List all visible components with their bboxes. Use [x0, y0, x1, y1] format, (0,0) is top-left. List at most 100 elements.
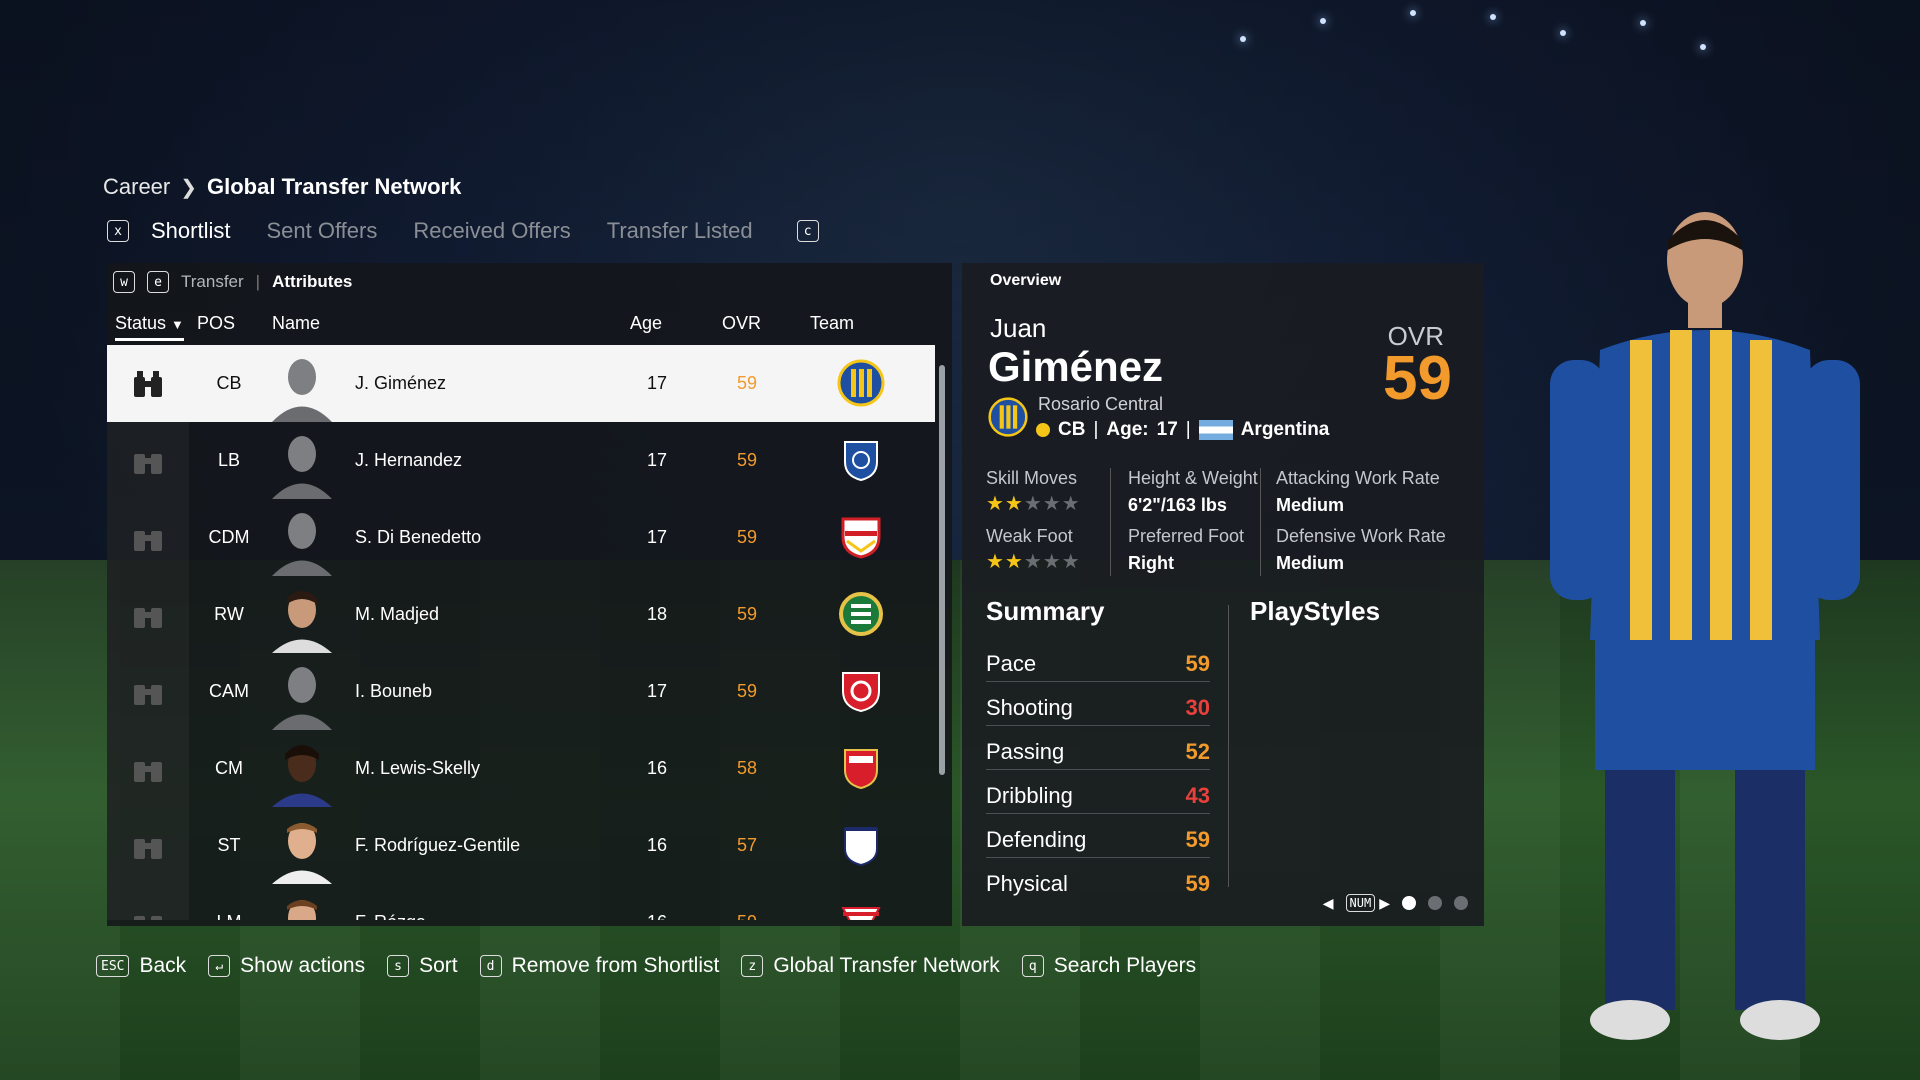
tab-shortlist[interactable]: Shortlist — [151, 218, 230, 244]
stat-passing: Passing 52 — [986, 733, 1210, 770]
preferred-foot-value: Right — [1128, 553, 1174, 573]
back-button[interactable]: ESC Back — [96, 954, 186, 978]
enter-key-icon: ↵ — [208, 955, 231, 977]
page-dot[interactable] — [1402, 896, 1416, 910]
stat-value: 52 — [1185, 739, 1210, 764]
weak-foot: Weak Foot ★★★★★ — [986, 526, 1081, 574]
tab-transfer-listed[interactable]: Transfer Listed — [607, 218, 753, 244]
argentina-flag-icon — [1198, 420, 1233, 440]
player-silhouette-icon — [267, 507, 337, 576]
divider — [1260, 468, 1261, 576]
s-key-icon: s — [387, 955, 410, 977]
row-name: J. Hernandez — [355, 450, 463, 470]
page-dot[interactable] — [1428, 896, 1442, 910]
row-ovr: 59 — [736, 450, 758, 470]
binoculars-icon — [107, 807, 189, 884]
back-label: Back — [139, 954, 187, 977]
table-row[interactable]: RW M. Madjed 18 59 — [107, 576, 935, 653]
hammarby-crest-icon — [837, 590, 885, 638]
subtab-attributes[interactable]: Attributes — [272, 272, 352, 292]
stat-physical: Physical 59 — [986, 865, 1210, 901]
chevron-right-icon: ❯ — [180, 176, 198, 199]
column-name[interactable]: Name — [272, 313, 320, 334]
q-key-icon: q — [1021, 955, 1044, 977]
row-ovr: 59 — [736, 604, 758, 624]
show-actions-button[interactable]: ↵ Show actions — [208, 954, 365, 978]
chevron-right-icon[interactable]: ▶ — [1379, 895, 1390, 912]
player-model — [1520, 200, 1890, 1060]
list-scrollbar[interactable] — [939, 365, 945, 775]
player-last-name: Giménez — [988, 343, 1164, 390]
subtab-transfer[interactable]: Transfer — [181, 272, 244, 292]
row-ovr: 59 — [736, 373, 758, 393]
tab-sent-offers[interactable]: Sent Offers — [266, 218, 377, 244]
arsenal-crest-icon — [837, 744, 885, 792]
overview-title: Overview — [990, 272, 1062, 289]
binoculars-icon — [107, 422, 189, 499]
subtab-separator: | — [255, 272, 261, 291]
sort-button[interactable]: s Sort — [387, 954, 458, 978]
tab-right-key-icon[interactable]: c — [796, 220, 819, 242]
binoculars-icon — [107, 345, 189, 422]
breadcrumb: Career ❯ Global Transfer Network — [103, 174, 461, 200]
table-row[interactable]: CDM S. Di Benedetto 17 59 — [107, 499, 935, 576]
show-actions-label: Show actions — [240, 954, 366, 977]
rosario-central-crest-icon — [988, 397, 1028, 437]
table-row[interactable]: ST F. Rodríguez-Gentile 16 57 — [107, 807, 935, 884]
stat-label: Defending — [986, 827, 1087, 852]
row-name: J. Giménez — [355, 373, 447, 393]
caret-down-icon: ▼ — [171, 317, 184, 332]
row-name: F. Rodríguez-Gentile — [355, 835, 521, 855]
search-players-button[interactable]: q Search Players — [1021, 954, 1196, 978]
column-ovr[interactable]: OVR — [722, 313, 761, 334]
column-age[interactable]: Age — [630, 313, 662, 334]
stat-value: 59 — [1185, 651, 1210, 676]
cracovia-crest-icon — [837, 898, 885, 920]
summary-title: Summary — [986, 596, 1105, 626]
chevron-left-icon[interactable]: ◀ — [1323, 895, 1334, 912]
gtn-label: Global Transfer Network — [773, 954, 1000, 977]
column-status[interactable]: Status ▼ — [115, 313, 184, 341]
skill-moves: Skill Moves ★★★★★ — [986, 468, 1081, 516]
playstyles-title: PlayStyles — [1250, 596, 1381, 626]
table-row[interactable]: CAM I. Bouneb 17 59 — [107, 653, 935, 730]
row-age: 16 — [637, 912, 677, 920]
subtab-left-key-icon[interactable]: w — [113, 271, 135, 293]
age-label: Age: — [1106, 419, 1149, 440]
table-row[interactable]: LB J. Hernandez 17 59 — [107, 422, 935, 499]
millonarios-crest-icon — [837, 436, 885, 484]
tab-left-key-icon[interactable]: x — [107, 220, 129, 242]
player-meta: CB | Age: 17 | Argentina — [1036, 419, 1329, 441]
z-key-icon: z — [741, 955, 764, 977]
row-age: 18 — [646, 604, 668, 624]
num-key-icon[interactable]: NUM — [1345, 894, 1376, 912]
player-rows: CB J. Giménez 17 59 LB J. Hernandez 17 5… — [107, 345, 935, 920]
subtab-right-key-icon[interactable]: e — [147, 271, 169, 293]
meta-separator: | — [1093, 419, 1099, 440]
row-name: F. Rózga — [355, 912, 426, 920]
preferred-foot-label: Preferred Foot — [1128, 526, 1245, 546]
stat-value: 43 — [1185, 783, 1210, 808]
height-weight-label: Height & Weight — [1128, 468, 1258, 488]
stat-label: Passing — [986, 739, 1065, 764]
table-row[interactable]: LM F. Rózga 16 59 — [107, 884, 935, 920]
binoculars-icon — [107, 730, 189, 807]
column-pos[interactable]: POS — [197, 313, 235, 334]
ovr-value: 59 — [1383, 344, 1452, 413]
row-age: 16 — [646, 758, 668, 778]
tab-received-offers[interactable]: Received Offers — [413, 218, 570, 244]
height-weight: Height & Weight 6'2"/163 lbs — [1128, 468, 1258, 516]
nation-name: Argentina — [1240, 419, 1330, 440]
page-dot[interactable] — [1454, 896, 1468, 910]
column-team[interactable]: Team — [810, 313, 854, 334]
row-pos: LB — [217, 450, 241, 470]
global-transfer-network-button[interactable]: z Global Transfer Network — [741, 954, 1000, 978]
row-age: 17 — [646, 373, 668, 393]
remove-label: Remove from Shortlist — [511, 954, 720, 977]
dwr-label: Defensive Work Rate — [1276, 526, 1446, 546]
player-photo — [267, 815, 337, 884]
breadcrumb-root[interactable]: Career — [103, 174, 170, 200]
table-row[interactable]: CM M. Lewis-Skelly 16 58 — [107, 730, 935, 807]
remove-from-shortlist-button[interactable]: d Remove from Shortlist — [479, 954, 720, 978]
table-row[interactable]: CB J. Giménez 17 59 — [107, 345, 935, 422]
